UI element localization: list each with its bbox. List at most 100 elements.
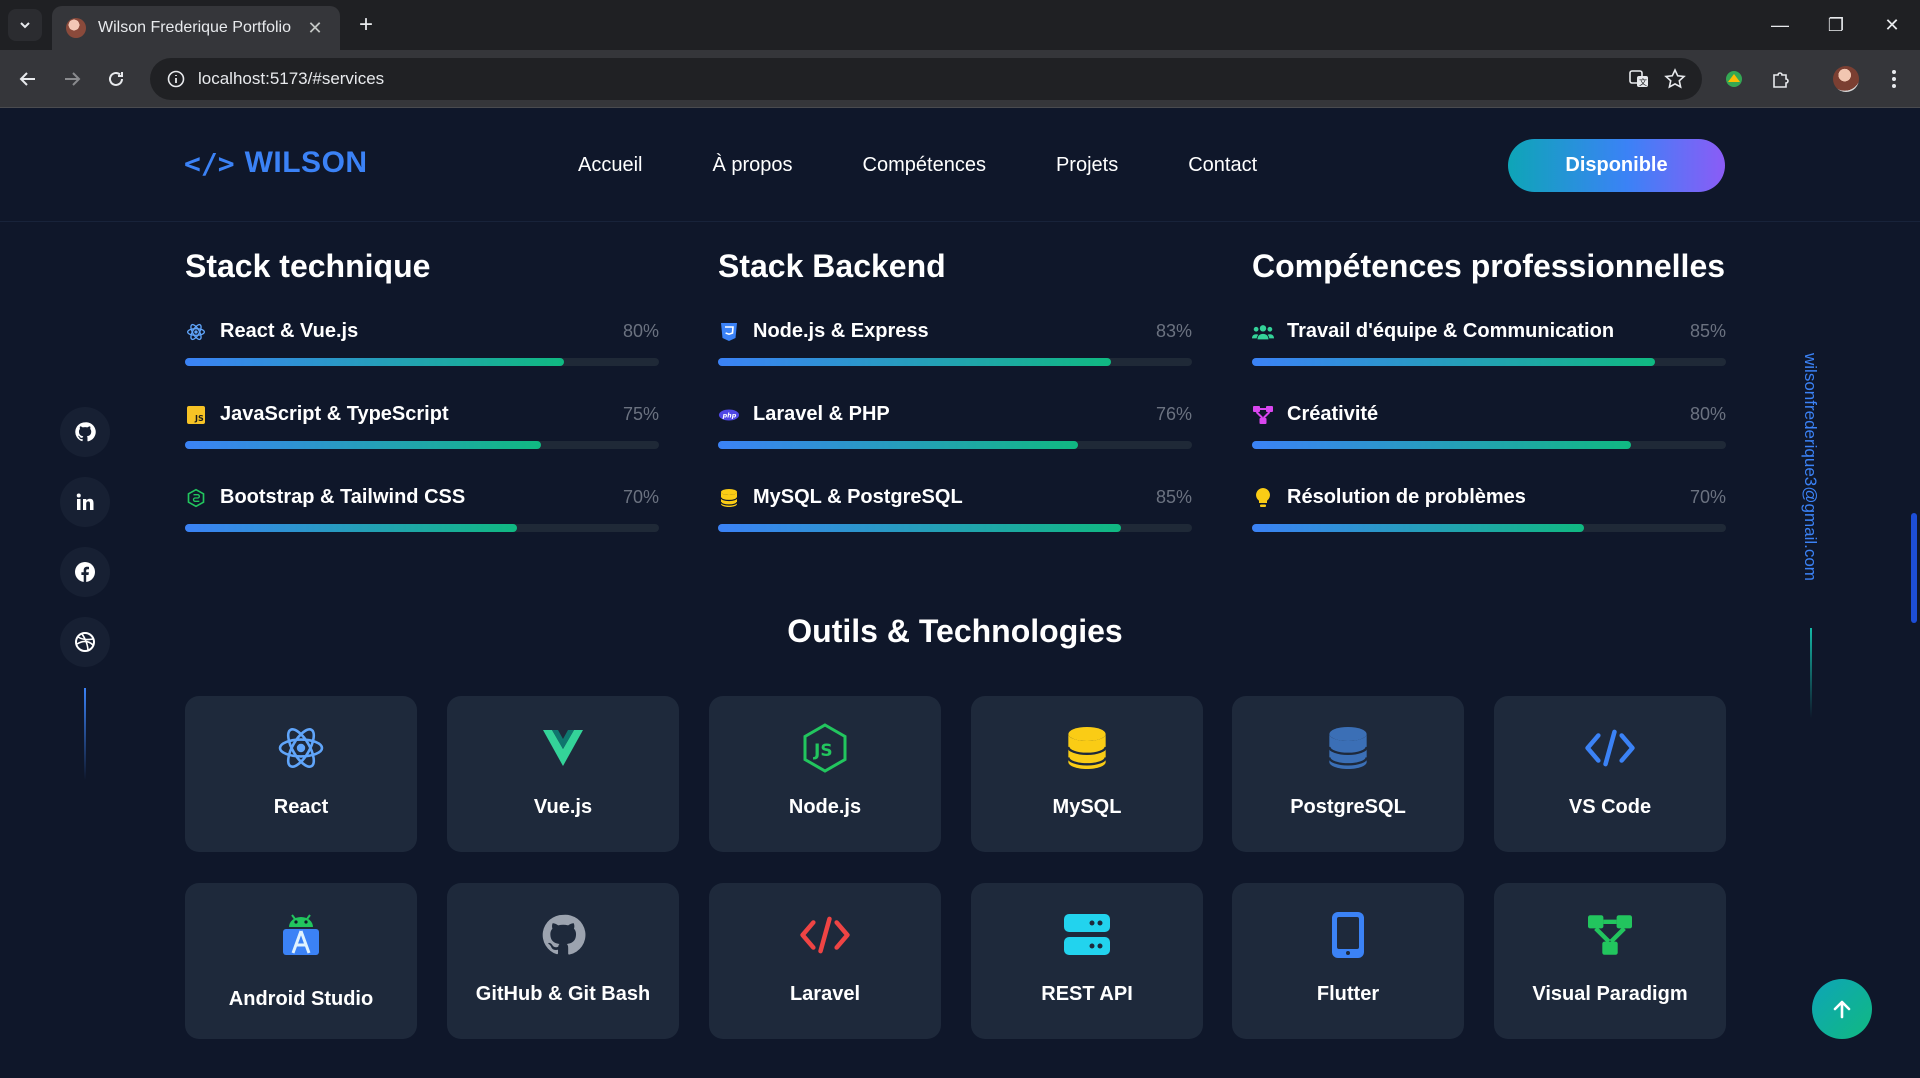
- tool-card-visual-paradigm[interactable]: Visual Paradigm: [1494, 883, 1726, 1039]
- progress-track: [1252, 524, 1726, 532]
- progress-track: [185, 358, 659, 366]
- github-icon: [75, 422, 96, 442]
- window-controls: — ❐ ✕: [1752, 0, 1920, 50]
- back-to-top-button[interactable]: [1812, 979, 1872, 1039]
- diagram-icon: [1252, 404, 1274, 426]
- url-text[interactable]: localhost:5173/#services: [198, 69, 1628, 89]
- main-nav: Accueil À propos Compétences Projets Con…: [578, 154, 1257, 177]
- tool-card-vue[interactable]: Vue.js: [447, 696, 679, 852]
- minimize-icon[interactable]: —: [1752, 0, 1808, 50]
- nav-link-accueil[interactable]: Accueil: [578, 154, 642, 177]
- svg-text:php: php: [722, 411, 737, 419]
- skill-column-stack-backend: Stack Backend Node.js & Express 83% php …: [718, 248, 1192, 547]
- facebook-link[interactable]: [60, 547, 110, 597]
- progress-fill: [718, 441, 1079, 449]
- svg-text:JS: JS: [813, 741, 833, 761]
- restore-icon[interactable]: ❐: [1808, 0, 1864, 50]
- tool-name: Flutter: [1316, 983, 1380, 1005]
- skill-column-stack-technique: Stack technique React & Vue.js 80% JS Ja…: [185, 248, 659, 547]
- forward-button[interactable]: [56, 63, 88, 95]
- email-link[interactable]: wilsonfrederique3@gmail.com: [1800, 353, 1824, 613]
- back-button[interactable]: [12, 63, 44, 95]
- close-tab-icon[interactable]: ✕: [304, 17, 326, 39]
- skill-item: Travail d'équipe & Communication 85%: [1252, 298, 1726, 381]
- users-icon: [1252, 321, 1274, 343]
- progress-track: [185, 441, 659, 449]
- extension-icon[interactable]: [1718, 63, 1750, 95]
- skill-name: Node.js & Express: [753, 320, 929, 342]
- progress-fill: [718, 524, 1121, 532]
- progress-track: [1252, 358, 1726, 366]
- tool-card-laravel[interactable]: Laravel: [709, 883, 941, 1039]
- tool-card-rest-api[interactable]: REST API: [971, 883, 1203, 1039]
- skill-percent: 80%: [1689, 404, 1726, 424]
- more-menu-icon[interactable]: [1878, 63, 1910, 95]
- skill-name: JavaScript & TypeScript: [220, 403, 449, 425]
- tool-card-vscode[interactable]: VS Code: [1494, 696, 1726, 852]
- new-tab-button[interactable]: +: [352, 11, 380, 39]
- tool-name: VS Code: [1568, 796, 1652, 818]
- github-icon: [537, 909, 589, 961]
- vue-icon: [537, 722, 589, 774]
- skill-percent: 83%: [1155, 321, 1192, 341]
- close-window-icon[interactable]: ✕: [1864, 0, 1920, 50]
- skill-name: Créativité: [1287, 403, 1379, 425]
- facebook-icon: [75, 562, 95, 582]
- bookmark-star-icon[interactable]: [1664, 68, 1686, 90]
- skill-item: Bootstrap & Tailwind CSS 70%: [185, 464, 659, 547]
- disponible-button[interactable]: Disponible: [1508, 139, 1725, 192]
- translate-icon[interactable]: 文: [1628, 68, 1650, 90]
- nav-link-competences[interactable]: Compétences: [863, 154, 986, 177]
- nav-link-a-propos[interactable]: À propos: [712, 154, 792, 177]
- skill-percent: 70%: [1689, 487, 1726, 507]
- tool-name: REST API: [1041, 983, 1133, 1005]
- tab-search-button[interactable]: [8, 9, 42, 41]
- progress-fill: [185, 524, 517, 532]
- diagram-icon: [1584, 909, 1636, 961]
- skill-name: Résolution de problèmes: [1287, 486, 1526, 508]
- skill-name: Laravel & PHP: [753, 403, 890, 425]
- tool-name: React: [273, 796, 329, 818]
- email-text[interactable]: wilsonfrederique3@gmail.com: [1800, 353, 1820, 581]
- nav-link-projets[interactable]: Projets: [1056, 154, 1118, 177]
- scroll-indicator[interactable]: [1911, 513, 1917, 623]
- site-logo[interactable]: </> WILSON: [184, 146, 368, 180]
- tool-name: Android Studio: [228, 988, 374, 1010]
- skill-item: Créativité 80%: [1252, 381, 1726, 464]
- react-icon: [275, 722, 327, 774]
- address-bar[interactable]: localhost:5173/#services 文: [150, 58, 1702, 100]
- code-icon: [799, 909, 851, 961]
- browser-tabstrip: Wilson Frederique Portfolio ✕ + — ❐ ✕: [0, 0, 1920, 50]
- extensions-puzzle-icon[interactable]: [1765, 63, 1797, 95]
- android-icon: [275, 909, 327, 961]
- nav-link-contact[interactable]: Contact: [1188, 154, 1257, 177]
- page: </> WILSON Accueil À propos Compétences …: [0, 108, 1920, 1078]
- column-title: Compétences professionnelles: [1252, 248, 1726, 284]
- php-icon: php: [718, 404, 740, 426]
- column-title: Stack Backend: [718, 248, 946, 284]
- tool-card-react[interactable]: React: [185, 696, 417, 852]
- linkedin-link[interactable]: [60, 477, 110, 527]
- progress-fill: [1252, 441, 1632, 449]
- tool-card-postgresql[interactable]: PostgreSQL: [1232, 696, 1464, 852]
- tool-card-github[interactable]: GitHub & Git Bash: [447, 883, 679, 1039]
- css-shield-icon: [718, 321, 740, 343]
- site-info-icon[interactable]: [164, 67, 188, 91]
- profile-avatar[interactable]: [1830, 63, 1862, 95]
- tool-card-android-studio[interactable]: Android Studio: [185, 883, 417, 1039]
- browser-tab[interactable]: Wilson Frederique Portfolio ✕: [52, 6, 340, 50]
- tool-card-mysql[interactable]: MySQL: [971, 696, 1203, 852]
- tool-card-flutter[interactable]: Flutter: [1232, 883, 1464, 1039]
- reload-button[interactable]: [100, 63, 132, 95]
- code-icon: [1584, 722, 1636, 774]
- tool-card-nodejs[interactable]: JS Node.js: [709, 696, 941, 852]
- github-link[interactable]: [60, 407, 110, 457]
- favicon-icon: [66, 18, 86, 38]
- tool-name: MySQL: [1052, 796, 1122, 818]
- skill-item: React & Vue.js 80%: [185, 298, 659, 381]
- skill-name: MySQL & PostgreSQL: [753, 486, 963, 508]
- site-header: </> WILSON Accueil À propos Compétences …: [0, 108, 1920, 222]
- tab-title: Wilson Frederique Portfolio: [98, 19, 291, 36]
- svg-text:文: 文: [1639, 77, 1647, 87]
- progress-fill: [718, 358, 1112, 366]
